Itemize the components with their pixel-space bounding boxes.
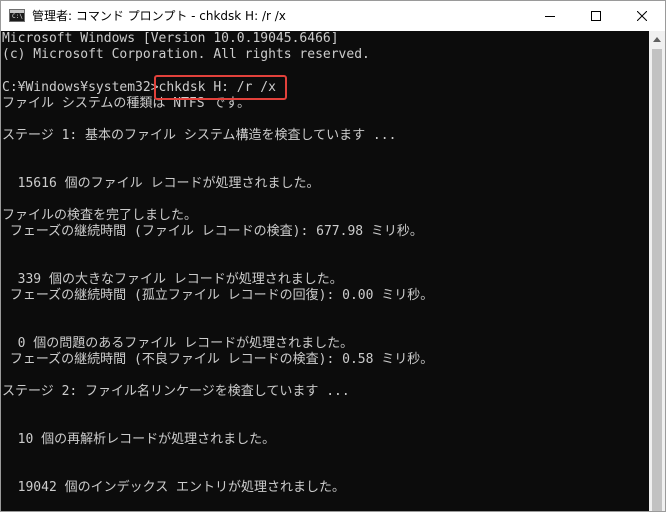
console-line: 15616 個のファイル レコードが処理されました。 [2,176,320,191]
title-bar[interactable]: C:\ 管理者: コマンド プロンプト - chkdsk H: /r /x [1,1,665,31]
console-line: 0 個の問題のあるファイル レコードが処理されました。 [2,336,354,351]
console-line: ファイルの検査を完了しました。 [2,208,198,223]
scrollbar-thumb[interactable] [652,49,662,511]
window-title: 管理者: コマンド プロンプト - chkdsk H: /r /x [32,9,286,23]
vertical-scrollbar[interactable] [649,31,665,511]
maximize-icon [591,11,601,21]
console-line: フェーズの継続時間 (不良ファイル レコードの検査): 0.58 ミリ秒。 [2,352,434,367]
console-line: Microsoft Windows [Version 10.0.19045.64… [2,31,339,46]
console-line: 10 個の再解析レコードが処理されました。 [2,432,276,447]
close-button[interactable] [619,1,665,31]
console-line: 339 個の大きなファイル レコードが処理されました。 [2,272,343,287]
minimize-icon [545,16,555,17]
maximize-button[interactable] [573,1,619,31]
console-line: フェーズの継続時間 (孤立ファイル レコードの回復): 0.00 ミリ秒。 [2,288,434,303]
console-output[interactable]: Microsoft Windows [Version 10.0.19045.64… [1,31,649,511]
scroll-up-button[interactable] [649,31,665,48]
console-line: フェーズの継続時間 (ファイル レコードの検査): 677.98 ミリ秒。 [2,224,423,239]
minimize-button[interactable] [527,1,573,31]
command-highlight-box [154,75,287,100]
console-line: 19042 個のインデックス エントリが処理されました。 [2,480,346,495]
console-line: ステージ 2: ファイル名リンケージを検査しています ... [2,384,350,399]
scroll-up-arrow-icon [653,37,661,42]
app-icon-text: C:\ [12,13,23,20]
close-icon [637,11,647,21]
console-line: ステージ 1: 基本のファイル システム構造を検査しています ... [2,128,397,143]
command-prompt-icon[interactable]: C:\ [9,9,25,22]
command-prompt-window: C:\ 管理者: コマンド プロンプト - chkdsk H: /r /x Mi… [0,0,666,512]
console-line: (c) Microsoft Corporation. All rights re… [2,47,370,62]
